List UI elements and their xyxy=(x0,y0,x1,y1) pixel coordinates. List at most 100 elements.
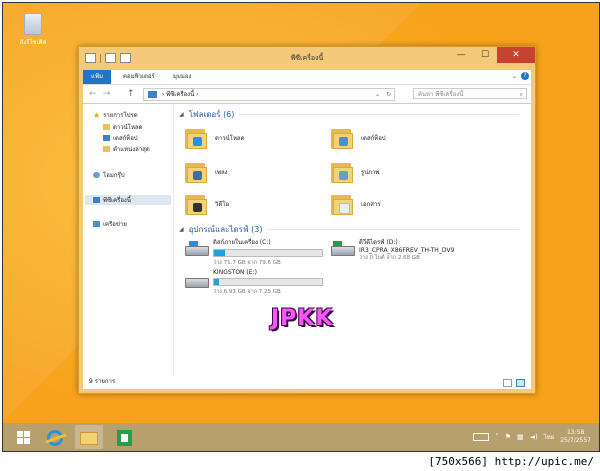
recycle-bin-icon xyxy=(24,13,42,35)
minimize-button[interactable]: — xyxy=(449,47,473,63)
desktop-icon xyxy=(103,135,110,141)
input-language[interactable]: ไทย xyxy=(544,432,555,442)
network-icon xyxy=(93,221,100,227)
chevron-down-icon[interactable]: ⌄ xyxy=(375,89,380,100)
ribbon-tabs: แฟ้ม คอมพิวเตอร์ มุมมอง ⌄ ? xyxy=(83,70,531,85)
image-footer-text: [750x566] http://upic.me/ xyxy=(428,455,594,468)
up-button[interactable]: ↑ xyxy=(127,89,135,99)
network-icon[interactable]: ▦ xyxy=(517,433,524,441)
folder-desktop[interactable]: เดสก์ท็อป xyxy=(331,126,386,150)
devices-group-header[interactable]: ◢ อุปกรณ์และไดรฟ์ (3) xyxy=(179,223,519,236)
nav-item-desktop[interactable]: เดสก์ท็อป xyxy=(103,133,138,143)
file-explorer-icon xyxy=(80,432,98,445)
close-button[interactable]: ✕ xyxy=(497,47,535,63)
folder-downloads[interactable]: ดาวน์โหลด xyxy=(185,126,245,150)
drive-name: ดิสก์ภายในเครื่อง (C:) xyxy=(213,239,271,246)
volume-icon[interactable]: ◄) xyxy=(530,433,538,441)
help-icon[interactable]: ? xyxy=(521,72,529,80)
clock[interactable]: 13:58 25/7/2557 xyxy=(560,429,591,445)
tab-view[interactable]: มุมมอง xyxy=(173,70,191,84)
usb-drive-icon xyxy=(185,273,209,288)
folder-documents[interactable]: เอกสาร xyxy=(331,192,381,216)
dvd-drive-icon xyxy=(331,241,355,256)
store-button[interactable] xyxy=(111,425,139,449)
pc-icon xyxy=(93,197,100,203)
drive-usage-bar xyxy=(213,278,323,286)
recycle-bin[interactable]: ถังรีไซเคิล xyxy=(15,13,51,47)
ribbon-expand-icon[interactable]: ⌄ xyxy=(512,73,517,80)
internet-explorer-button[interactable] xyxy=(41,425,69,449)
back-button[interactable]: ← xyxy=(89,89,97,99)
forward-button[interactable]: → xyxy=(103,89,111,99)
status-bar: 9 รายการ xyxy=(83,375,531,389)
folder-icon xyxy=(331,160,353,184)
folder-icon xyxy=(185,126,207,150)
pc-icon xyxy=(148,91,157,98)
clock-time: 13:58 xyxy=(566,429,585,436)
nav-label: เครือข่าย xyxy=(103,221,127,228)
nav-label: พีซีเครื่องนี้ xyxy=(103,197,131,204)
chevron-down-icon: ◢ xyxy=(179,226,184,233)
group-title: โฟลเดอร์ (6) xyxy=(188,110,235,119)
group-title: อุปกรณ์และไดรฟ์ (3) xyxy=(188,225,263,234)
flag-icon[interactable]: ⚑ xyxy=(505,433,511,441)
nav-item-recent[interactable]: ตำแหน่งล่าสุด xyxy=(103,144,150,154)
nav-label: โฮมกรุ๊ป xyxy=(103,172,125,179)
nav-item-downloads[interactable]: ดาวน์โหลด xyxy=(103,122,143,132)
maximize-button[interactable]: ☐ xyxy=(473,47,497,63)
nav-item-network[interactable]: เครือข่าย xyxy=(93,219,127,229)
folder-videos[interactable]: วิดีโอ xyxy=(185,192,229,216)
nav-label: รายการโปรด xyxy=(103,112,138,119)
drive-d[interactable]: ดีวีดีไดรฟ์ (D:) IR3_CPRA_X86FREV_TH-TH_… xyxy=(331,237,501,265)
internet-explorer-icon xyxy=(47,430,63,446)
file-explorer-button[interactable] xyxy=(75,425,103,449)
navigation-pane: ★ รายการโปรด ดาวน์โหลด เดสก์ท็อป ตำแหน่ง… xyxy=(83,104,174,375)
tab-file[interactable]: แฟ้ม xyxy=(83,70,111,84)
address-sep: › xyxy=(196,91,199,98)
search-input[interactable]: ค้นหา พีซีเครื่องนี้ ⌕ xyxy=(413,88,527,99)
nav-item-favorites[interactable]: ★ รายการโปรด xyxy=(93,110,138,120)
nav-item-this-pc[interactable]: พีซีเครื่องนี้ xyxy=(85,195,171,205)
folder-label: เดสก์ท็อป xyxy=(361,135,386,142)
drive-name: KINGSTON (E:) xyxy=(213,269,257,276)
folder-pictures[interactable]: รูปภาพ xyxy=(331,160,379,184)
nav-item-homegroup[interactable]: โฮมกรุ๊ป xyxy=(93,170,125,180)
watermark-text: JPKK xyxy=(271,306,334,331)
drive-usage-fill xyxy=(214,279,220,285)
folder-music[interactable]: เพลง xyxy=(185,160,228,184)
divider xyxy=(239,114,519,115)
address-bar[interactable]: › พีซีเครื่องนี้ › ⌄ ↻ xyxy=(143,88,395,101)
content-pane: ◢ โฟลเดอร์ (6) ดาวน์โหลด เดสก์ท็อป เพลง xyxy=(179,104,529,375)
chevron-down-icon: ◢ xyxy=(179,111,184,118)
folder-icon xyxy=(331,192,353,216)
details-view-icon[interactable] xyxy=(503,379,512,387)
recycle-bin-label: ถังรีไซเคิล xyxy=(19,39,47,46)
refresh-icon[interactable]: ↻ xyxy=(386,89,391,100)
tiles-view-icon[interactable] xyxy=(516,379,525,387)
address-path[interactable]: พีซีเครื่องนี้ xyxy=(166,91,194,98)
folder-icon xyxy=(185,160,207,184)
clock-date: 25/7/2557 xyxy=(560,437,591,444)
file-explorer-window: พีซีเครื่องนี้ — ☐ ✕ แฟ้ม คอมพิวเตอร์ มุ… xyxy=(78,46,536,394)
search-placeholder: ค้นหา พีซีเครื่องนี้ xyxy=(418,91,464,98)
folders-group-header[interactable]: ◢ โฟลเดอร์ (6) xyxy=(179,108,519,121)
recent-places-icon xyxy=(103,146,110,152)
start-button[interactable] xyxy=(7,425,35,449)
drive-usage-fill xyxy=(214,250,225,256)
folder-icon xyxy=(331,126,353,150)
taskbar: ˄ ⚑ ▦ ◄) ไทย 13:58 25/7/2557 xyxy=(3,423,599,451)
title-bar[interactable]: พีซีเครื่องนี้ — ☐ ✕ xyxy=(79,47,535,69)
store-icon xyxy=(117,430,132,446)
search-icon: ⌕ xyxy=(519,91,523,98)
chevron-up-icon[interactable]: ˄ xyxy=(495,433,499,441)
nav-label: ตำแหน่งล่าสุด xyxy=(113,146,150,153)
drive-free-text: ว่าง 6.93 GB จาก 7.25 GB xyxy=(213,289,281,295)
drive-c[interactable]: ดิสก์ภายในเครื่อง (C:) ว่าง 71.7 GB จาก … xyxy=(185,237,335,266)
explorer-body: ★ รายการโปรด ดาวน์โหลด เดสก์ท็อป ตำแหน่ง… xyxy=(83,104,531,375)
touch-keyboard-icon[interactable] xyxy=(473,433,490,441)
folder-icon xyxy=(185,192,207,216)
window-controls: — ☐ ✕ xyxy=(449,47,535,63)
drive-usage-bar xyxy=(213,249,323,257)
tab-computer[interactable]: คอมพิวเตอร์ xyxy=(123,70,155,84)
drive-e[interactable]: KINGSTON (E:) ว่าง 6.93 GB จาก 7.25 GB xyxy=(185,269,335,297)
